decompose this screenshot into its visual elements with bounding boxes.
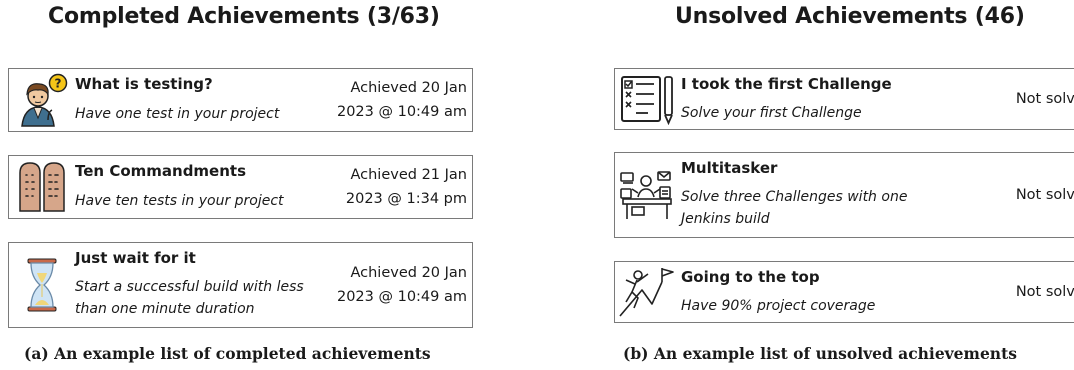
achievement-name: What is testing?: [75, 75, 213, 93]
climber-flag-icon: [618, 266, 676, 318]
svg-text:?: ?: [55, 77, 62, 91]
achievement-name: Just wait for it: [75, 249, 196, 267]
unsolved-card[interactable]: I took the first Challenge Solve your fi…: [614, 68, 1074, 130]
achievement-status: Achieved 21 Jan 2023 @ 1:34 pm: [345, 167, 467, 207]
achievement-status: Not solved: [1015, 187, 1074, 203]
achievement-description: Have ten tests in your project: [75, 193, 284, 209]
unsolved-card[interactable]: Multitasker Solve three Challenges with …: [614, 152, 1074, 238]
achievement-description: Have one test in your project: [75, 106, 280, 122]
completed-card[interactable]: Ten Commandments Have ten tests in your …: [8, 155, 473, 219]
figure-caption-b: (b) An example list of unsolved achievem…: [623, 344, 1017, 363]
achievement-description: Solve three Challenges with one Jenkins …: [681, 189, 908, 227]
completed-card[interactable]: Just wait for it Start a successful buil…: [8, 242, 473, 328]
confused-person-icon: ?: [14, 72, 70, 128]
achievement-description: Start a successful build with less than …: [75, 279, 304, 317]
achievement-name: I took the first Challenge: [681, 75, 892, 93]
achievement-status: Not solved: [1015, 91, 1074, 107]
achievement-description: Solve your first Challenge: [681, 105, 862, 121]
checklist-icon: [618, 73, 676, 126]
achievement-name: Going to the top: [681, 268, 820, 286]
figure-caption-a: (a) An example list of completed achieve…: [24, 344, 431, 363]
achievement-name: Ten Commandments: [75, 162, 247, 180]
hourglass-icon: [14, 257, 70, 313]
unsolved-title: Unsolved Achievements (46): [675, 4, 1025, 29]
unsolved-card[interactable]: Going to the top Have 90% project covera…: [614, 261, 1074, 323]
completed-title: Completed Achievements (3/63): [48, 4, 440, 29]
achievement-status: Achieved 20 Jan 2023 @ 10:49 am: [336, 80, 467, 120]
achievement-description: Have 90% project coverage: [681, 298, 876, 314]
achievement-name: Multitasker: [681, 159, 778, 177]
achievement-status: Not solved: [1015, 284, 1074, 300]
stone-tablets-icon: [14, 159, 70, 215]
multitasker-desk-icon: [618, 169, 676, 221]
completed-card[interactable]: ? What is testing? Have one test in your…: [8, 68, 473, 132]
achievement-status: Achieved 20 Jan 2023 @ 10:49 am: [336, 265, 467, 305]
